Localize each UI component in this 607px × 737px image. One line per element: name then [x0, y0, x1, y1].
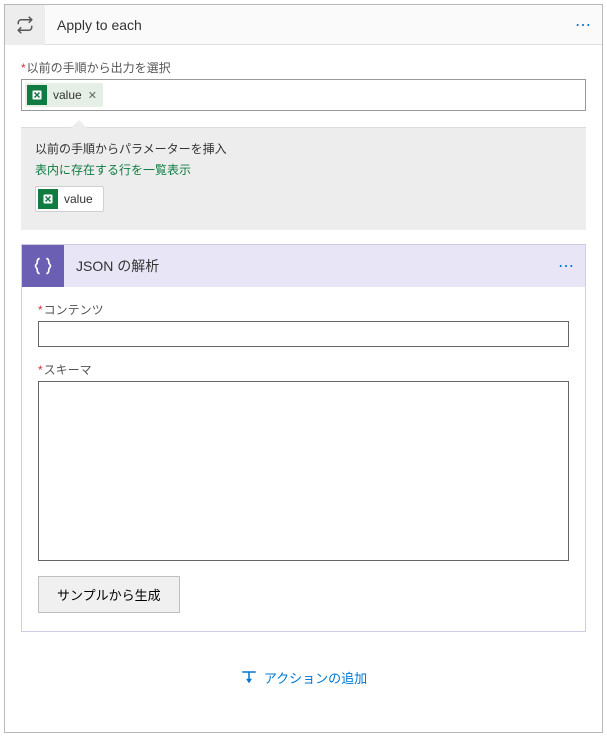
value-token[interactable]: value ✕ [25, 83, 103, 107]
schema-input[interactable] [38, 381, 569, 561]
parse-json-header[interactable]: JSON の解析 ⋯ [22, 245, 585, 287]
excel-icon [27, 85, 47, 105]
apply-to-each-title: Apply to each [45, 17, 566, 33]
dynamic-content-option-label: value [64, 192, 93, 206]
apply-to-each-menu-button[interactable]: ⋯ [566, 15, 602, 35]
add-action-row: アクションの追加 [21, 632, 586, 716]
content-label: *コンテンツ [38, 301, 569, 318]
apply-to-each-card: Apply to each ⋯ *以前の手順から出力を選択 value ✕ 以前… [4, 4, 603, 733]
dynamic-content-subtitle: 表内に存在する行を一覧表示 [35, 161, 572, 178]
json-icon [22, 245, 64, 287]
loop-icon [5, 5, 45, 45]
parse-json-card: JSON の解析 ⋯ *コンテンツ *スキーマ サンプルから生成 [21, 244, 586, 632]
remove-token-button[interactable]: ✕ [88, 89, 97, 102]
add-action-label: アクションの追加 [264, 668, 367, 687]
dynamic-content-panel: 以前の手順からパラメーターを挿入 表内に存在する行を一覧表示 value [21, 127, 586, 230]
schema-label: *スキーマ [38, 361, 569, 378]
apply-to-each-body: *以前の手順から出力を選択 value ✕ 以前の手順からパラメーターを挿入 表… [5, 45, 602, 732]
apply-to-each-header[interactable]: Apply to each ⋯ [5, 5, 602, 45]
parse-json-menu-button[interactable]: ⋯ [549, 256, 585, 276]
parse-json-title: JSON の解析 [64, 256, 549, 276]
dynamic-content-option-value[interactable]: value [35, 186, 104, 212]
dynamic-content-title: 以前の手順からパラメーターを挿入 [35, 140, 572, 157]
content-input[interactable] [38, 321, 569, 347]
parse-json-body: *コンテンツ *スキーマ サンプルから生成 [22, 287, 585, 631]
excel-icon [38, 189, 58, 209]
select-output-input[interactable]: value ✕ [21, 79, 586, 111]
value-token-label: value [53, 88, 82, 102]
add-step-icon [240, 669, 258, 687]
generate-from-sample-button[interactable]: サンプルから生成 [38, 576, 180, 613]
add-action-button[interactable]: アクションの追加 [240, 668, 367, 687]
select-output-label: *以前の手順から出力を選択 [21, 59, 586, 76]
